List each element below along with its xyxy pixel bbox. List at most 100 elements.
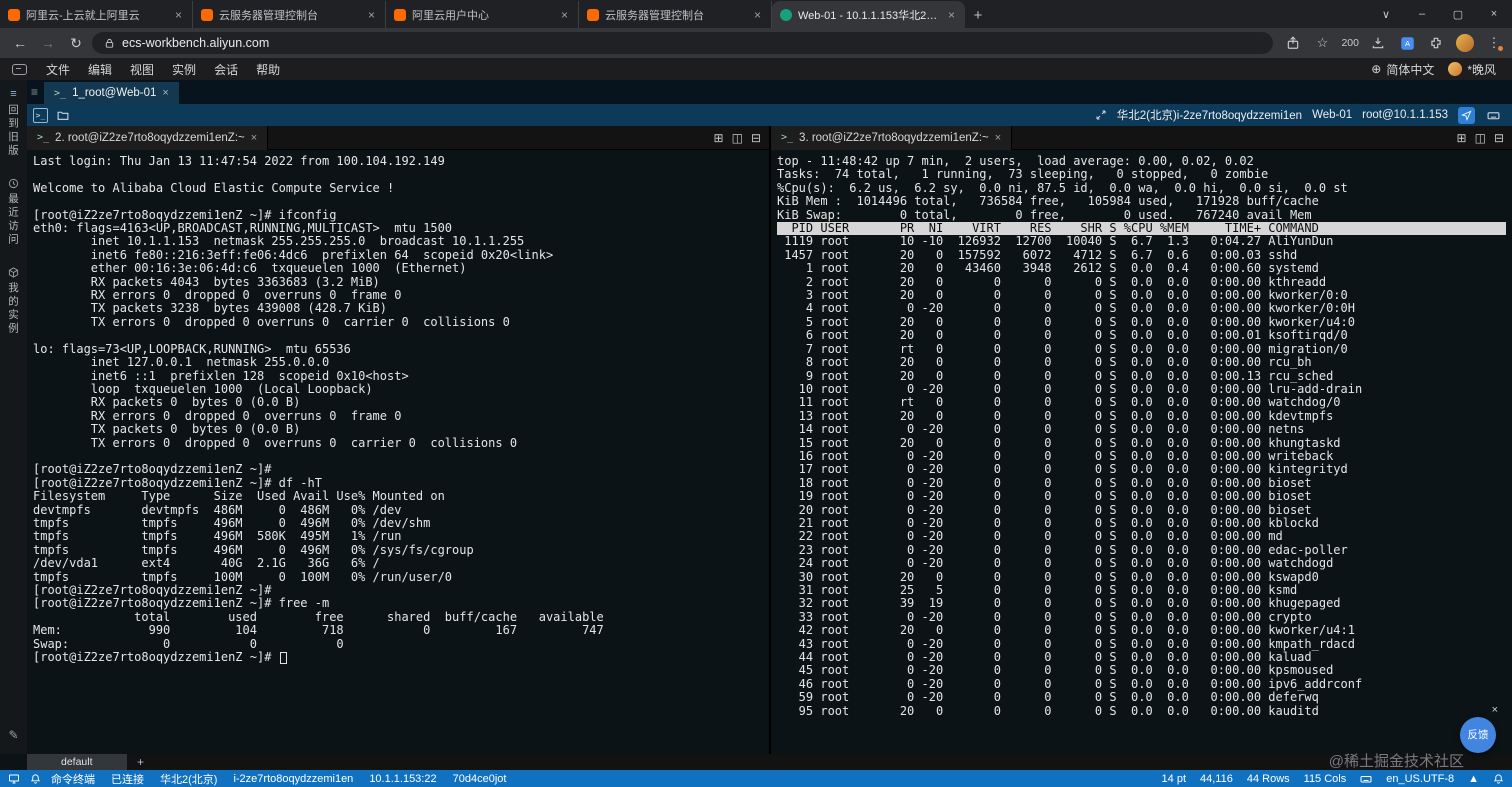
split-vertical-icon[interactable]: ◫ bbox=[1475, 131, 1486, 145]
monitor-icon[interactable] bbox=[8, 773, 20, 785]
cube-icon bbox=[8, 267, 19, 278]
close-icon[interactable]: × bbox=[173, 8, 184, 22]
add-layout-tab-button[interactable]: + bbox=[127, 754, 155, 770]
left-sidebar: ≡ 回到旧版 最近访问 我的实例 ✎ bbox=[0, 80, 27, 754]
svg-text:A: A bbox=[1404, 39, 1409, 48]
tools-wand-icon[interactable]: ✎ bbox=[8, 728, 18, 742]
address-bar[interactable]: ecs-workbench.aliyun.com bbox=[92, 32, 1274, 54]
new-tab-button[interactable]: + bbox=[965, 2, 991, 28]
browser-tab-2[interactable]: 云服务器管理控制台 × bbox=[193, 1, 386, 28]
toolbar-icons: ☆ 200 A ⋮ bbox=[1277, 33, 1504, 53]
terminal-pane-2: >_ 2. root@iZ2ze7rto8oqydzzemi1enZ:~ × ⊞… bbox=[27, 125, 769, 754]
close-icon[interactable]: × bbox=[752, 8, 763, 22]
pane-tab-title: 2. root@iZ2ze7rto8oqydzzemi1enZ:~ bbox=[55, 131, 245, 144]
browser-tab-5-active[interactable]: Web-01 - 10.1.1.153华北2(北.. × bbox=[772, 1, 965, 28]
reload-icon[interactable]: ↻ bbox=[64, 31, 88, 55]
tab-title: Web-01 - 10.1.1.153华北2(北.. bbox=[798, 9, 940, 22]
maximize-icon[interactable]: ▢ bbox=[1440, 0, 1476, 28]
window-controls: ∨ – ▢ × bbox=[1368, 0, 1512, 28]
terminal-screen-right[interactable]: top - 11:48:42 up 7 min, 2 users, load a… bbox=[771, 150, 1512, 754]
browser-toolbar: ← → ↻ ecs-workbench.aliyun.com ☆ 200 A ⋮ bbox=[0, 28, 1512, 58]
back-icon[interactable]: ← bbox=[8, 31, 32, 55]
language-switch[interactable]: ⊕ 简体中文 bbox=[1371, 61, 1434, 78]
extensions-icon[interactable] bbox=[1426, 33, 1446, 53]
share-icon[interactable] bbox=[1283, 33, 1303, 53]
app-menubar: 文件 编辑 视图 实例 会话 帮助 ⊕ 简体中文 *晚风 bbox=[0, 58, 1512, 80]
sidebar-item-recent[interactable]: 最近访问 bbox=[6, 178, 21, 247]
bookmark-star-icon[interactable]: ☆ bbox=[1312, 33, 1332, 53]
close-icon[interactable]: × bbox=[559, 8, 570, 22]
menu-help[interactable]: 帮助 bbox=[247, 58, 289, 80]
translate-icon[interactable]: A bbox=[1397, 33, 1417, 53]
minimize-icon[interactable]: – bbox=[1404, 0, 1440, 28]
aliyun-logo bbox=[12, 63, 27, 75]
split-horizontal-icon[interactable]: ⊞ bbox=[714, 131, 724, 145]
shell-prompt: [root@iZ2ze7rto8oqydzzemi1enZ ~]# bbox=[33, 650, 279, 665]
user-menu[interactable]: *晚风 bbox=[1448, 61, 1496, 78]
pane-tab-bar: >_ 3. root@iZ2ze7rto8oqydzzemi1enZ:~ × ⊞… bbox=[771, 125, 1512, 150]
send-icon[interactable] bbox=[1458, 106, 1475, 124]
zoom-badge[interactable]: 200 bbox=[1341, 37, 1359, 49]
tab-search-icon[interactable]: ∨ bbox=[1368, 0, 1404, 28]
workspace-tab[interactable]: >_ 1_root@Web-01 × bbox=[44, 82, 179, 104]
terminal-prompt-icon: >_ bbox=[781, 132, 794, 143]
layout-tab-default[interactable]: default bbox=[27, 754, 127, 770]
profile-avatar[interactable] bbox=[1455, 33, 1475, 53]
collapse-pane-icon[interactable]: ⊟ bbox=[751, 131, 761, 145]
forward-icon[interactable]: → bbox=[36, 31, 60, 55]
menu-session[interactable]: 会话 bbox=[205, 58, 247, 80]
expand-icon[interactable] bbox=[1095, 109, 1107, 121]
tab-favicon bbox=[8, 8, 20, 21]
globe-icon: ⊕ bbox=[1371, 62, 1382, 76]
browser-tab-3[interactable]: 阿里云用户中心 × bbox=[386, 1, 579, 28]
close-icon[interactable]: × bbox=[251, 132, 257, 144]
close-icon[interactable]: × bbox=[366, 8, 377, 22]
pane-tab[interactable]: >_ 3. root@iZ2ze7rto8oqydzzemi1enZ:~ × bbox=[771, 125, 1013, 150]
download-icon[interactable] bbox=[1368, 33, 1388, 53]
menu-edit[interactable]: 编辑 bbox=[79, 58, 121, 80]
workspace: ≡ 回到旧版 最近访问 我的实例 ✎ ≡ >_ 1_root@Web-01 × … bbox=[0, 80, 1512, 770]
bell-icon[interactable] bbox=[30, 773, 41, 785]
feedback-widget: × 反馈 bbox=[1460, 704, 1498, 753]
top-summary-output: top - 11:48:42 up 7 min, 2 users, load a… bbox=[777, 154, 1348, 222]
menu-view[interactable]: 视图 bbox=[121, 58, 163, 80]
notification-bell-icon[interactable] bbox=[1493, 773, 1504, 785]
sidebar-item-label: 最近访问 bbox=[7, 193, 19, 247]
menu-file[interactable]: 文件 bbox=[37, 58, 79, 80]
terminal-screen-left[interactable]: Last login: Thu Jan 13 11:47:54 2022 fro… bbox=[27, 150, 769, 754]
split-horizontal-icon[interactable]: ⊞ bbox=[1457, 131, 1467, 145]
status-font-size[interactable]: 14 pt bbox=[1162, 773, 1186, 785]
status-cursor-pos: 44,116 bbox=[1200, 772, 1233, 785]
pane-tab[interactable]: >_ 2. root@iZ2ze7rto8oqydzzemi1enZ:~ × bbox=[27, 125, 269, 150]
avatar bbox=[1456, 34, 1474, 52]
split-vertical-icon[interactable]: ◫ bbox=[732, 131, 743, 145]
status-rows: 44 Rows bbox=[1246, 772, 1290, 785]
browser-tab-4[interactable]: 云服务器管理控制台 × bbox=[579, 1, 772, 28]
collapse-pane-icon[interactable]: ⊟ bbox=[1494, 131, 1504, 145]
close-icon[interactable]: × bbox=[946, 8, 957, 22]
sidebar-item-back-to-old[interactable]: ≡ 回到旧版 bbox=[6, 88, 21, 158]
menubar-right: ⊕ 简体中文 *晚风 bbox=[1371, 61, 1502, 78]
pane-tab-title: 3. root@iZ2ze7rto8oqydzzemi1enZ:~ bbox=[799, 131, 989, 144]
feedback-button[interactable]: 反馈 bbox=[1460, 717, 1496, 753]
feedback-close-icon[interactable]: × bbox=[1492, 704, 1498, 716]
menu-instance[interactable]: 实例 bbox=[163, 58, 205, 80]
workspace-menu-icon[interactable]: ≡ bbox=[31, 85, 38, 99]
keyboard-icon[interactable] bbox=[1485, 107, 1502, 124]
status-encoding[interactable]: en_US.UTF-8 bbox=[1386, 773, 1454, 785]
status-cols: 115 Cols bbox=[1303, 772, 1347, 785]
pane-controls: ⊞ ◫ ⊟ bbox=[1457, 131, 1512, 145]
close-window-icon[interactable]: × bbox=[1476, 0, 1512, 28]
tab-favicon bbox=[201, 8, 213, 21]
terminal-icon[interactable]: >_ bbox=[33, 107, 48, 123]
close-icon[interactable]: × bbox=[162, 87, 168, 99]
user-name: *晚风 bbox=[1467, 62, 1496, 77]
sidebar-item-my-instances[interactable]: 我的实例 bbox=[6, 267, 21, 336]
status-bar: 命令终端 已连接 华北2(北京) i-2ze7rto8oqydzzemi1en … bbox=[0, 770, 1512, 787]
folder-icon[interactable] bbox=[56, 109, 70, 122]
keyboard-layout-icon[interactable] bbox=[1360, 773, 1372, 785]
scroll-top-icon[interactable]: ▲ bbox=[1468, 773, 1479, 785]
browser-tab-1[interactable]: 阿里云-上云就上阿里云 × bbox=[0, 1, 193, 28]
close-icon[interactable]: × bbox=[995, 132, 1001, 144]
browser-menu-kebab-icon[interactable]: ⋮ bbox=[1484, 33, 1504, 53]
